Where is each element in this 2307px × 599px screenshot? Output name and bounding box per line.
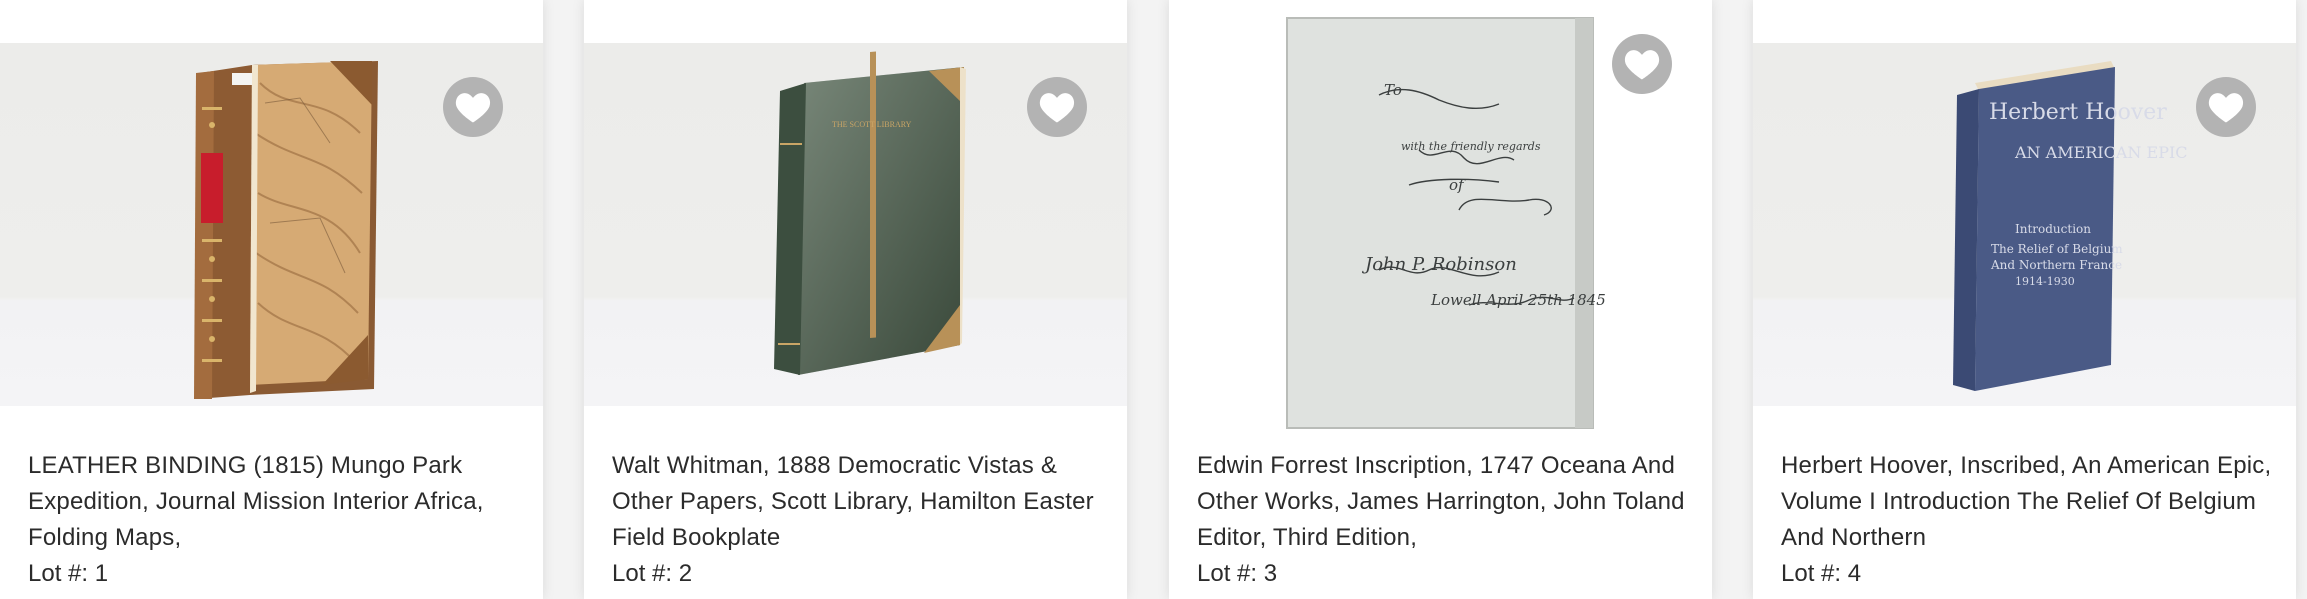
cover-text: 1914-1930 xyxy=(2015,275,2075,288)
spine-text: THE SCOTT LIBRARY xyxy=(832,120,912,129)
favorite-button[interactable] xyxy=(443,77,503,137)
cover-text: And Northern France xyxy=(1990,258,2122,272)
heart-icon xyxy=(1039,93,1075,123)
inscription-line: with the friendly regards xyxy=(1401,140,1541,153)
heart-icon xyxy=(455,93,491,123)
lot-image[interactable]: Herbert Hoover AN AMERICAN EPIC Introduc… xyxy=(1753,43,2296,406)
lot-title[interactable]: Herbert Hoover, Inscribed, An American E… xyxy=(1781,448,2281,556)
favorite-button[interactable] xyxy=(1612,34,1672,94)
lot-title[interactable]: Edwin Forrest Inscription, 1747 Oceana A… xyxy=(1197,448,1697,556)
heart-icon xyxy=(1624,50,1660,80)
lot-image[interactable]: To with the friendly regards of John P. … xyxy=(1169,0,1712,430)
lot-card-4[interactable]: Herbert Hoover AN AMERICAN EPIC Introduc… xyxy=(1753,0,2296,599)
lot-title[interactable]: LEATHER BINDING (1815) Mungo Park Expedi… xyxy=(28,448,528,556)
inscription-line: John P. Robinson xyxy=(1361,254,1517,275)
lot-image[interactable]: THE SCOTT LIBRARY xyxy=(584,43,1127,406)
lot-number: Lot #: 1 xyxy=(28,560,109,587)
lot-image[interactable] xyxy=(0,43,543,406)
inscription-line: Lowell April 25th 1845 xyxy=(1430,291,1606,309)
lot-info: Edwin Forrest Inscription, 1747 Oceana A… xyxy=(1197,448,1697,592)
lot-number: Lot #: 3 xyxy=(1197,560,1278,587)
lot-info: Herbert Hoover, Inscribed, An American E… xyxy=(1781,448,2281,592)
inscription-line: of xyxy=(1449,176,1466,194)
inscription-line: To xyxy=(1384,81,1402,99)
cover-text: Introduction xyxy=(2015,222,2091,236)
heart-icon xyxy=(2208,93,2244,123)
favorite-button[interactable] xyxy=(1027,77,1087,137)
lot-card-3[interactable]: To with the friendly regards of John P. … xyxy=(1169,0,1712,599)
cover-text: AN AMERICAN EPIC xyxy=(2014,143,2188,162)
lot-card-1[interactable]: LEATHER BINDING (1815) Mungo Park Expedi… xyxy=(0,0,543,599)
favorite-button[interactable] xyxy=(2196,77,2256,137)
lot-card-2[interactable]: THE SCOTT LIBRARY Walt Whitman, 1888 Dem… xyxy=(584,0,1127,599)
lot-number: Lot #: 4 xyxy=(1781,560,1862,587)
lot-title[interactable]: Walt Whitman, 1888 Democratic Vistas & O… xyxy=(612,448,1112,556)
lot-info: Walt Whitman, 1888 Democratic Vistas & O… xyxy=(612,448,1112,592)
cover-text: The Relief of Belgium xyxy=(1991,242,2123,256)
lot-number: Lot #: 2 xyxy=(612,560,693,587)
lot-info: LEATHER BINDING (1815) Mungo Park Expedi… xyxy=(28,448,528,592)
lot-grid: LEATHER BINDING (1815) Mungo Park Expedi… xyxy=(0,0,2307,599)
cover-text: Herbert Hoover xyxy=(1989,100,2167,125)
